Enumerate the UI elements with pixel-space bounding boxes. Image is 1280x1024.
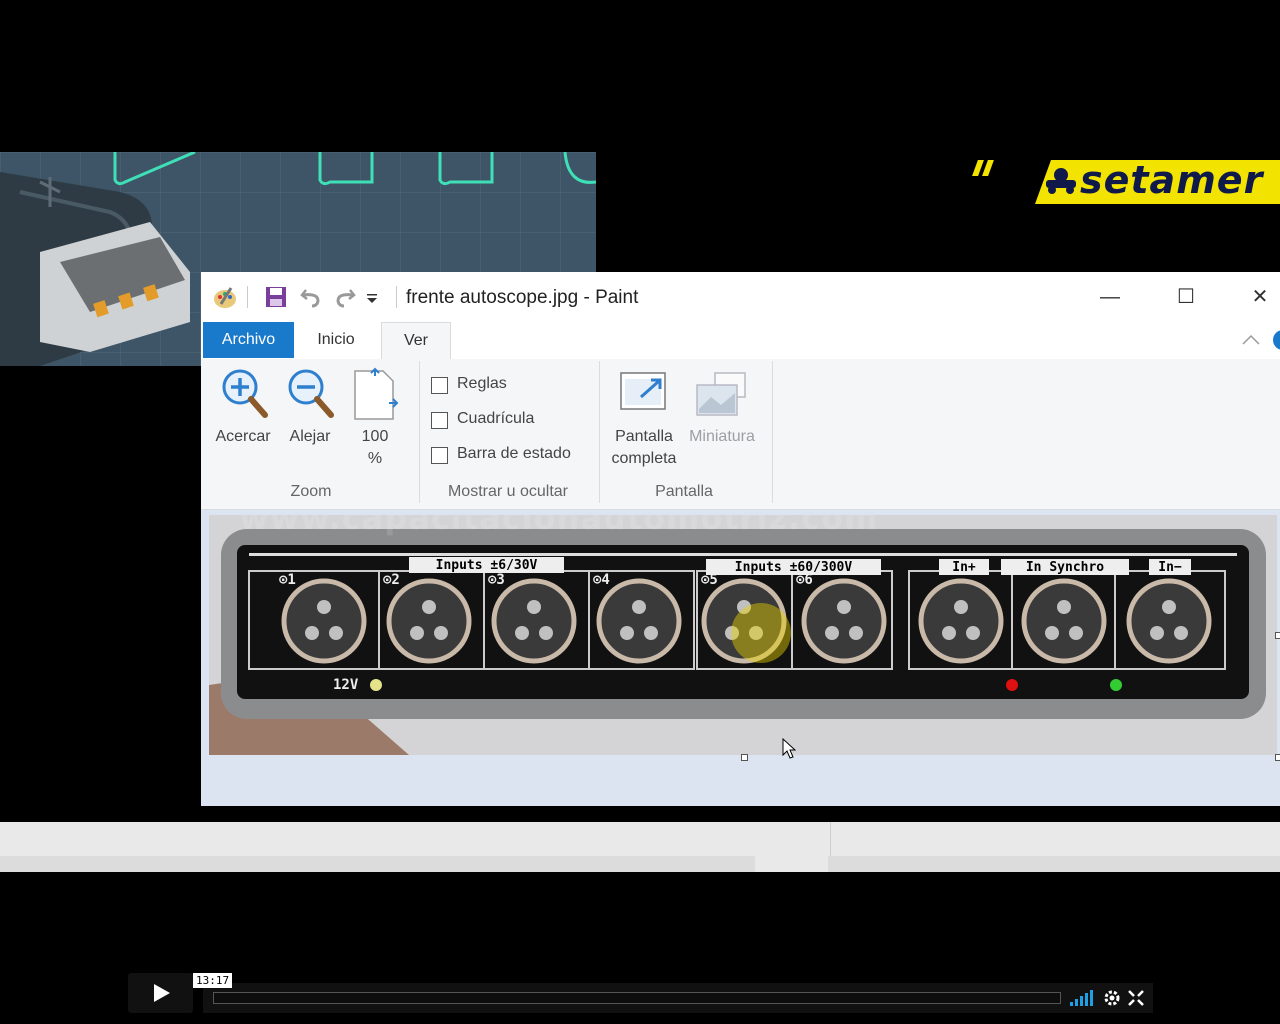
title-bar: frente autoscope.jpg - Paint — ☐ ✕ [201, 272, 1280, 322]
watermark: www.capacitacionautomotriz.com [239, 515, 879, 537]
channel-label: ⊙3 [488, 572, 505, 588]
play-button[interactable] [128, 973, 193, 1013]
gridlines-label[interactable]: Cuadrícula [457, 410, 534, 428]
statusbar-checkbox[interactable] [431, 447, 448, 464]
paint-app-icon[interactable] [213, 286, 236, 308]
car-logo-icon [1044, 166, 1078, 194]
play-icon [154, 984, 170, 1002]
fullscreen-label[interactable]: Pantalla [605, 428, 683, 446]
customize-toolbar-icon[interactable] [365, 286, 379, 308]
inputs-label-low: Inputs ±6/30V [435, 558, 538, 573]
actual-size-icon[interactable] [351, 367, 399, 423]
actual-size-label[interactable]: 100 [347, 428, 403, 446]
ribbon-panel: Acercar Alejar 100 % Zoom Reglas Cuadríc… [201, 359, 1280, 510]
fullscreen-label-2[interactable]: completa [605, 450, 683, 468]
channel-label: ⊙5 [701, 572, 718, 588]
sync-minus-label: In− [1158, 560, 1182, 575]
zoom-in-label[interactable]: Acercar [207, 428, 279, 446]
taskbar-fragment [0, 856, 755, 872]
progress-bar[interactable] [213, 992, 1061, 1004]
volume-icon[interactable] [1070, 990, 1094, 1006]
collapse-ribbon-icon[interactable] [1241, 332, 1261, 348]
zoom-in-icon[interactable] [219, 367, 269, 421]
actual-size-label-unit[interactable]: % [347, 450, 403, 468]
separator [247, 286, 248, 308]
fullscreen-icon[interactable] [619, 369, 669, 415]
rulers-checkbox[interactable] [431, 377, 448, 394]
taskbar-strip [0, 822, 1280, 872]
group-separator [599, 361, 600, 503]
resize-handle[interactable] [1275, 754, 1280, 761]
sync-plus-label: In+ [952, 560, 976, 575]
statusbar-label[interactable]: Barra de estado [457, 445, 571, 463]
channel-label: ⊙2 [383, 572, 400, 588]
tab-ver[interactable]: Ver [381, 322, 451, 360]
channel-label: ⊙4 [593, 572, 610, 588]
ribbon-tabs: Archivo Inicio Ver [201, 322, 1280, 360]
taskbar-fragment [828, 856, 1280, 872]
group-label-show-hide: Mostrar u ocultar [447, 483, 569, 500]
sync-label: In Synchro [1025, 560, 1105, 575]
minimize-button[interactable]: — [1087, 282, 1133, 312]
time-label: 13:17 [193, 973, 233, 988]
separator [396, 286, 397, 308]
close-button[interactable]: ✕ [1241, 282, 1279, 312]
autoscope-device-illustration [209, 515, 1277, 755]
redo-icon[interactable] [334, 286, 356, 308]
power-label: 12V [333, 677, 359, 693]
divider [830, 822, 831, 856]
save-icon[interactable] [265, 286, 287, 308]
group-separator [419, 361, 420, 503]
brand-stripe [982, 160, 994, 176]
resize-handle[interactable] [741, 754, 748, 761]
help-icon[interactable] [1273, 330, 1280, 350]
zoom-out-label[interactable]: Alejar [279, 428, 341, 446]
group-separator [772, 361, 773, 503]
resize-handle[interactable] [1275, 632, 1280, 639]
tab-inicio[interactable]: Inicio [301, 322, 371, 358]
paint-window: frente autoscope.jpg - Paint — ☐ ✕ Archi… [201, 272, 1280, 806]
mouse-cursor-icon [782, 737, 797, 760]
rulers-label[interactable]: Reglas [457, 375, 507, 393]
tab-archivo[interactable]: Archivo [203, 322, 294, 358]
brand-name: setamer [1080, 158, 1264, 202]
gridlines-checkbox[interactable] [431, 412, 448, 429]
window-title: frente autoscope.jpg - Paint [406, 287, 639, 308]
inputs-label-high: Inputs ±60/300V [734, 560, 853, 575]
thumbnail-label[interactable]: Miniatura [681, 428, 763, 446]
fullscreen-toggle-icon[interactable] [1128, 990, 1144, 1006]
maximize-button[interactable]: ☐ [1163, 282, 1209, 312]
thumbnail-icon[interactable] [695, 371, 749, 417]
settings-gear-icon[interactable] [1103, 989, 1121, 1007]
channel-label: ⊙1 [279, 572, 296, 588]
group-label-display: Pantalla [655, 483, 713, 500]
channel-label: ⊙6 [796, 572, 813, 588]
group-label-zoom: Zoom [290, 483, 332, 500]
zoom-out-icon[interactable] [285, 367, 335, 421]
canvas-image[interactable]: Inputs ±6/30V Inputs ±60/300V In+ In Syn… [209, 515, 1277, 755]
undo-icon[interactable] [300, 286, 322, 308]
